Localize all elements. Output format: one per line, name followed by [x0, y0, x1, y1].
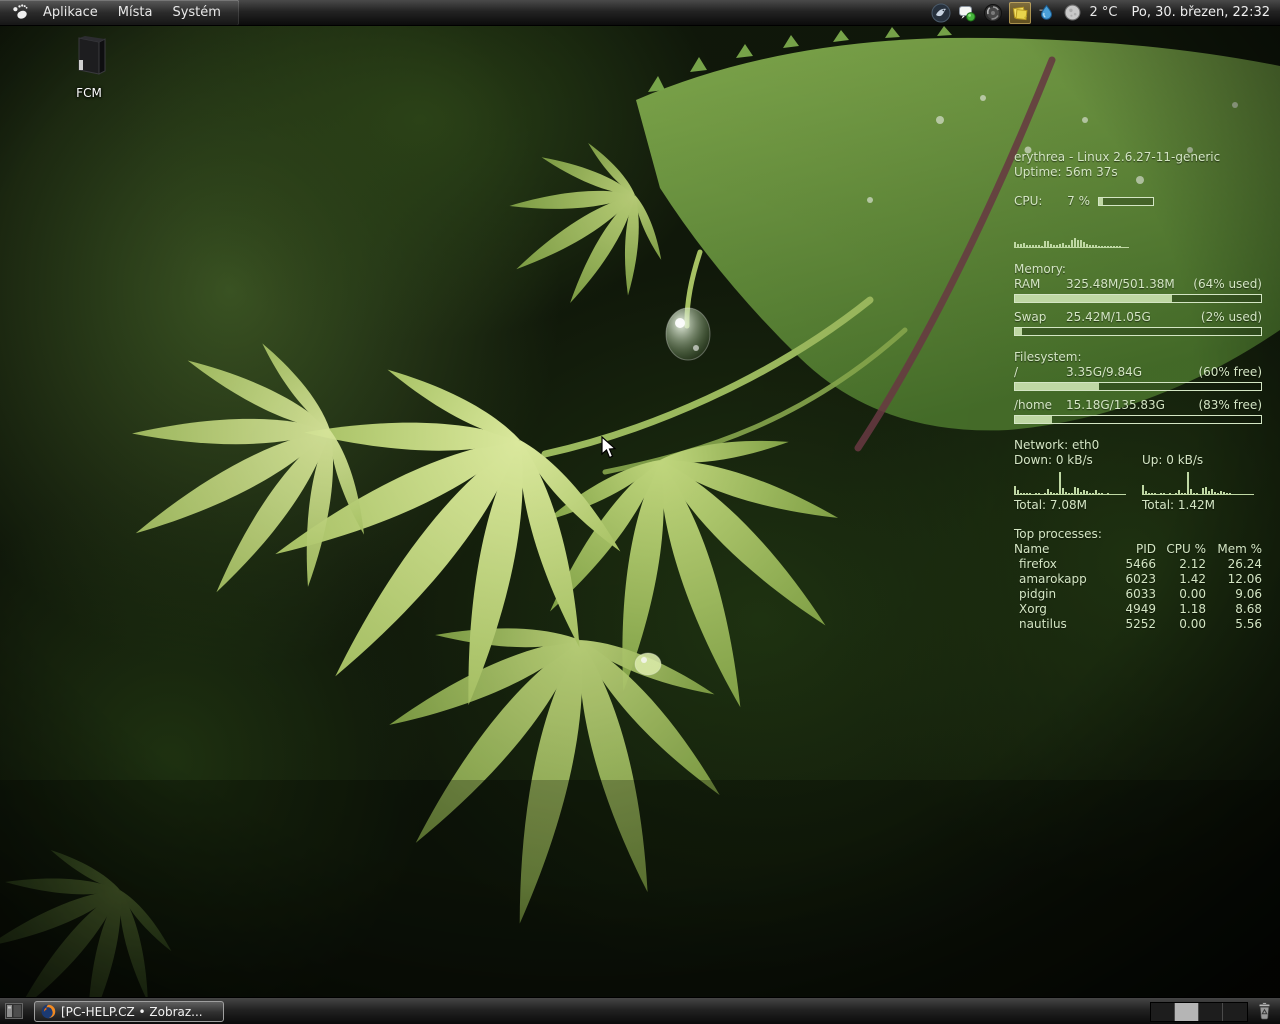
down-total: Total: 7.08M	[1014, 498, 1129, 513]
fs-root-bar	[1014, 382, 1262, 391]
temperature-label[interactable]: 2 °C	[1090, 5, 1118, 20]
system-tray: 2 °C Po, 30. březen, 22:32	[931, 2, 1280, 24]
moon-weather-icon[interactable]	[1063, 3, 1083, 23]
workspace-cell[interactable]	[1223, 1003, 1247, 1021]
desktop-icon-label: FCM	[76, 86, 102, 100]
desktop-icon-fcm[interactable]: FCM	[52, 34, 126, 101]
bottom-panel: [PC-HELP.CZ • Zobraz...	[0, 997, 1280, 1024]
clock-applet[interactable]: Po, 30. březen, 22:32	[1132, 5, 1271, 20]
menu-system[interactable]: Systém	[162, 5, 230, 20]
ram-row: RAM 325.48M/501.38M (64% used)	[1014, 277, 1262, 292]
desktop: FCM erythrea - Linux 2.6.27-11-generic U…	[0, 0, 1280, 1024]
processes-title: Top processes:	[1014, 527, 1262, 542]
show-desktop-button[interactable]	[2, 1001, 26, 1021]
show-desktop-icon	[5, 1003, 23, 1019]
menu-applications[interactable]: Aplikace	[33, 5, 108, 20]
cpu-label: CPU:	[1014, 194, 1056, 209]
memory-title: Memory:	[1014, 262, 1262, 277]
gnome-logo-icon[interactable]	[9, 3, 31, 23]
swap-row: Swap 25.42M/1.05G (2% used)	[1014, 310, 1262, 325]
fs-home-row: /home 15.18G/135.83G (83% free)	[1014, 398, 1262, 413]
cpu-bar	[1098, 197, 1154, 206]
swap-bar	[1014, 327, 1262, 336]
notes-tray-icon[interactable]	[1009, 2, 1031, 24]
filesystem-title: Filesystem:	[1014, 350, 1262, 365]
process-row: firefox54662.1226.24	[1014, 557, 1262, 572]
network-title: Network: eth0	[1014, 438, 1262, 453]
menu-places[interactable]: Místa	[108, 5, 163, 20]
taskbar-window-title: [PC-HELP.CZ • Zobraz...	[61, 1005, 203, 1019]
process-table-body: firefox54662.1226.24amarokapp60231.4212.…	[1014, 557, 1262, 632]
cpu-value: 7 %	[1056, 194, 1090, 209]
cpu-graph	[1014, 230, 1129, 248]
chat-status-icon[interactable]	[957, 3, 977, 23]
uptime-line: Uptime: 56m 37s	[1014, 165, 1262, 180]
aperture-tray-icon[interactable]	[983, 3, 1003, 23]
mouse-cursor	[600, 436, 620, 460]
fs-root-row: / 3.35G/9.84G (60% free)	[1014, 365, 1262, 380]
network-block: Down: 0 kB/s Total: 7.08M Up: 0 kB/s Tot…	[1014, 453, 1262, 513]
process-row: pidgin60330.009.06	[1014, 587, 1262, 602]
fs-home-bar	[1014, 415, 1262, 424]
down-label: Down: 0 kB/s	[1014, 453, 1129, 468]
folder-icon	[65, 34, 113, 78]
up-graph	[1142, 472, 1254, 495]
taskbar-window-button[interactable]: [PC-HELP.CZ • Zobraz...	[34, 1001, 224, 1022]
process-row: amarokapp60231.4212.06	[1014, 572, 1262, 587]
bird-tray-icon[interactable]	[931, 3, 951, 23]
workspace-cell[interactable]	[1151, 1003, 1175, 1021]
ram-bar	[1014, 294, 1262, 303]
workspace-switcher[interactable]	[1150, 1002, 1248, 1022]
trash-applet[interactable]	[1253, 1001, 1275, 1021]
firefox-icon	[41, 1004, 56, 1019]
water-drop-tray-icon[interactable]	[1037, 3, 1057, 23]
trash-icon	[1257, 1002, 1272, 1020]
workspace-cell[interactable]	[1199, 1003, 1223, 1021]
system-monitor: erythrea - Linux 2.6.27-11-generic Uptim…	[1014, 150, 1262, 632]
process-row: nautilus52520.005.56	[1014, 617, 1262, 632]
up-total: Total: 1.42M	[1142, 498, 1254, 513]
cpu-row: CPU: 7 %	[1014, 194, 1262, 209]
process-row: Xorg49491.188.68	[1014, 602, 1262, 617]
workspace-cell[interactable]	[1175, 1003, 1199, 1021]
top-panel: Aplikace Místa Systém	[0, 0, 1280, 26]
host-line: erythrea - Linux 2.6.27-11-generic	[1014, 150, 1262, 165]
process-table-header: Name PID CPU % Mem %	[1014, 542, 1262, 557]
down-graph	[1014, 472, 1126, 495]
menu-bar: Aplikace Místa Systém	[0, 0, 239, 25]
up-label: Up: 0 kB/s	[1142, 453, 1254, 468]
